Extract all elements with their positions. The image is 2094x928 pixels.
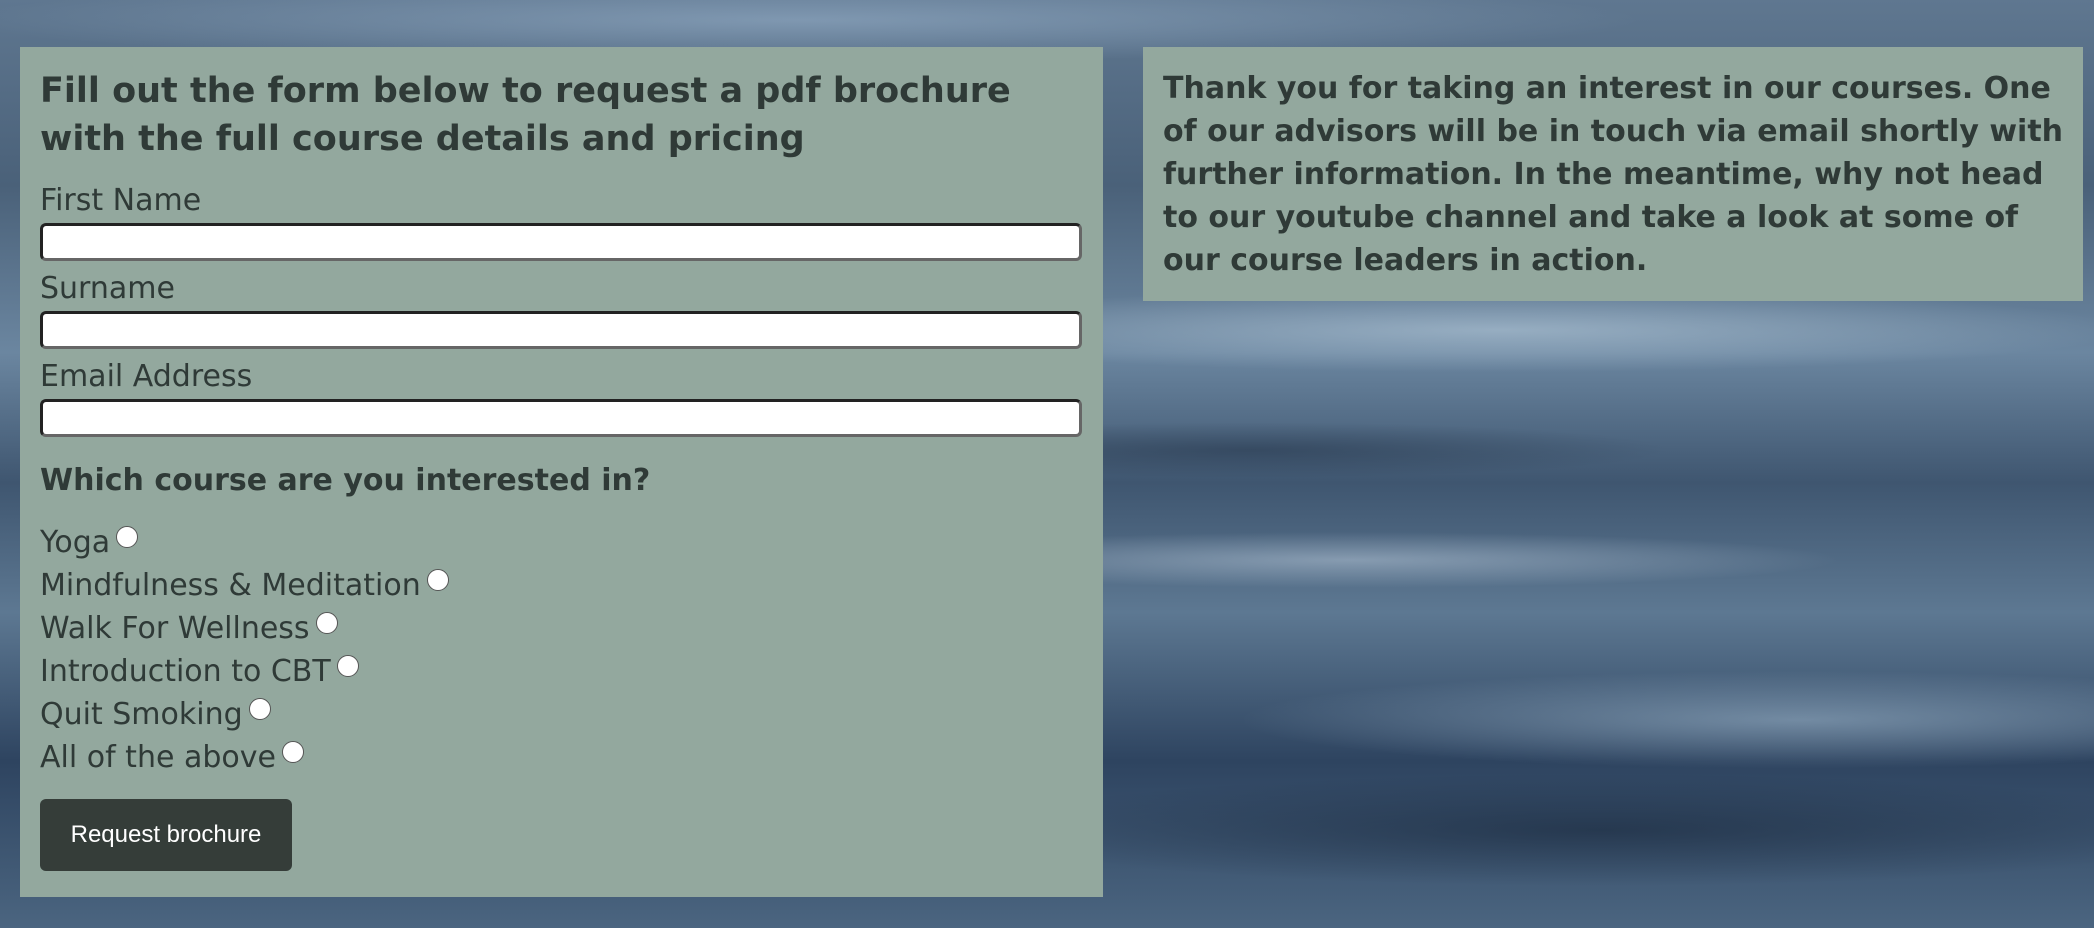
course-option-quit-smoking: Quit Smoking	[40, 693, 1083, 736]
course-option-label: Walk For Wellness	[40, 611, 310, 646]
course-question: Which course are you interested in?	[40, 463, 651, 498]
quit-smoking-radio[interactable]	[248, 697, 271, 720]
first-name-label: First Name	[40, 183, 202, 218]
page-background: { "form": { "title": "Fill out the form …	[0, 0, 2094, 928]
walk-for-wellness-radio[interactable]	[315, 611, 338, 634]
course-option-label: Quit Smoking	[40, 697, 243, 732]
surname-label: Surname	[40, 271, 175, 306]
brochure-request-form: Fill out the form below to request a pdf…	[20, 47, 1103, 897]
request-brochure-button[interactable]: Request brochure	[40, 799, 292, 871]
course-option-label: Yoga	[40, 525, 111, 560]
email-input[interactable]	[40, 399, 1082, 437]
cbt-radio[interactable]	[336, 654, 359, 677]
course-option-label: Mindfulness & Meditation	[40, 568, 421, 603]
course-option-label: Introduction to CBT	[40, 654, 331, 689]
surname-input[interactable]	[40, 311, 1082, 349]
course-option-cbt: Introduction to CBT	[40, 650, 1083, 693]
course-option-yoga: Yoga	[40, 521, 1083, 564]
email-label: Email Address	[40, 359, 253, 394]
course-option-all: All of the above	[40, 736, 1083, 779]
thank-you-message: Thank you for taking an interest in our …	[1163, 71, 2064, 278]
course-option-mindfulness: Mindfulness & Meditation	[40, 564, 1083, 607]
mindfulness-radio[interactable]	[426, 568, 449, 591]
yoga-radio[interactable]	[116, 525, 139, 548]
course-option-walk: Walk For Wellness	[40, 607, 1083, 650]
course-option-label: All of the above	[40, 740, 276, 775]
form-title: Fill out the form below to request a pdf…	[40, 71, 1011, 159]
all-courses-radio[interactable]	[281, 740, 304, 763]
first-name-input[interactable]	[40, 223, 1082, 261]
thank-you-panel: Thank you for taking an interest in our …	[1143, 47, 2083, 301]
